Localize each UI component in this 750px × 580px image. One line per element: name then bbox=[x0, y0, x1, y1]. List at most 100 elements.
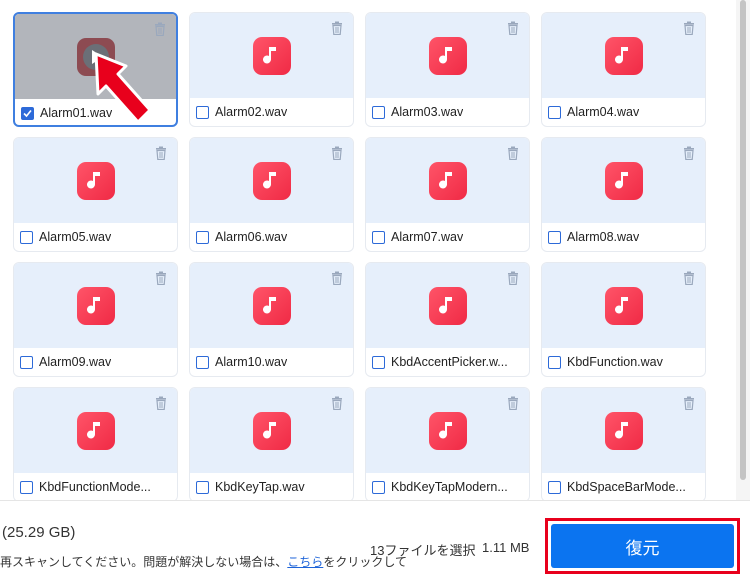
file-label-row: Alarm06.wav bbox=[190, 223, 353, 251]
music-note-icon bbox=[604, 161, 643, 200]
vertical-scrollbar[interactable] bbox=[736, 0, 750, 500]
music-note-icon bbox=[428, 411, 467, 450]
file-checkbox[interactable] bbox=[548, 105, 561, 119]
file-thumbnail[interactable] bbox=[542, 138, 705, 223]
file-name: Alarm08.wav bbox=[567, 230, 640, 244]
music-note-icon bbox=[604, 286, 643, 325]
file-checkbox[interactable] bbox=[20, 355, 33, 369]
trash-icon[interactable] bbox=[507, 396, 519, 411]
file-card[interactable]: Alarm04.wav bbox=[541, 12, 706, 127]
trash-icon[interactable] bbox=[507, 21, 519, 36]
music-note-icon bbox=[604, 411, 643, 450]
file-card[interactable]: Alarm06.wav bbox=[189, 137, 354, 252]
file-thumbnail[interactable] bbox=[366, 138, 529, 223]
file-checkbox[interactable] bbox=[20, 230, 33, 244]
file-label-row: Alarm09.wav bbox=[14, 348, 177, 376]
trash-icon[interactable] bbox=[507, 271, 519, 286]
file-checkbox[interactable] bbox=[21, 106, 34, 120]
trash-icon[interactable] bbox=[331, 396, 343, 411]
file-label-row: Alarm03.wav bbox=[366, 98, 529, 126]
file-thumbnail[interactable] bbox=[14, 388, 177, 473]
file-card[interactable]: Alarm05.wav bbox=[13, 137, 178, 252]
file-card[interactable]: KbdAccentPicker.w... bbox=[365, 262, 530, 377]
file-card[interactable]: KbdFunctionMode... bbox=[13, 387, 178, 500]
file-checkbox[interactable] bbox=[196, 105, 209, 119]
trash-icon[interactable] bbox=[331, 21, 343, 36]
file-checkbox[interactable] bbox=[372, 230, 385, 244]
file-card[interactable]: Alarm03.wav bbox=[365, 12, 530, 127]
file-thumbnail[interactable] bbox=[366, 263, 529, 348]
file-card[interactable]: KbdFunction.wav bbox=[541, 262, 706, 377]
file-thumbnail[interactable] bbox=[366, 388, 529, 473]
file-thumbnail[interactable] bbox=[190, 388, 353, 473]
file-label-row: Alarm04.wav bbox=[542, 98, 705, 126]
music-note-icon bbox=[252, 286, 291, 325]
file-thumbnail[interactable] bbox=[190, 263, 353, 348]
restore-button[interactable]: 復元 bbox=[551, 524, 734, 568]
file-card[interactable]: KbdKeyTapModern... bbox=[365, 387, 530, 500]
hint-prefix: 再スキャンしてください。問題が解決しない場合は、 bbox=[0, 555, 288, 569]
file-checkbox[interactable] bbox=[548, 230, 561, 244]
trash-icon[interactable] bbox=[683, 146, 695, 161]
file-label-row: KbdKeyTap.wav bbox=[190, 473, 353, 500]
trash-icon[interactable] bbox=[507, 146, 519, 161]
file-card[interactable]: Alarm10.wav bbox=[189, 262, 354, 377]
file-checkbox[interactable] bbox=[20, 480, 33, 494]
music-note-icon bbox=[252, 161, 291, 200]
music-note-icon bbox=[428, 36, 467, 75]
trash-icon[interactable] bbox=[155, 396, 167, 411]
file-checkbox[interactable] bbox=[548, 480, 561, 494]
file-thumbnail[interactable] bbox=[190, 13, 353, 98]
file-checkbox[interactable] bbox=[548, 355, 561, 369]
file-checkbox[interactable] bbox=[372, 105, 385, 119]
music-note-icon bbox=[604, 36, 643, 75]
file-name: KbdKeyTapModern... bbox=[391, 480, 508, 494]
music-note-icon bbox=[76, 411, 115, 450]
file-checkbox[interactable] bbox=[196, 355, 209, 369]
scrollbar-thumb[interactable] bbox=[740, 0, 746, 480]
file-name: Alarm05.wav bbox=[39, 230, 112, 244]
music-note-icon bbox=[252, 411, 291, 450]
file-name: Alarm10.wav bbox=[215, 355, 288, 369]
file-checkbox[interactable] bbox=[372, 355, 385, 369]
file-name: KbdSpaceBarMode... bbox=[567, 480, 686, 494]
file-label-row: KbdFunction.wav bbox=[542, 348, 705, 376]
trash-icon[interactable] bbox=[154, 22, 166, 37]
trash-icon[interactable] bbox=[331, 271, 343, 286]
file-label-row: Alarm02.wav bbox=[190, 98, 353, 126]
file-checkbox[interactable] bbox=[196, 230, 209, 244]
file-checkbox[interactable] bbox=[196, 480, 209, 494]
file-checkbox[interactable] bbox=[372, 480, 385, 494]
file-card[interactable]: Alarm07.wav bbox=[365, 137, 530, 252]
music-note-icon bbox=[428, 161, 467, 200]
help-link[interactable]: こちら bbox=[287, 555, 323, 569]
file-thumbnail[interactable] bbox=[190, 138, 353, 223]
file-thumbnail[interactable] bbox=[542, 263, 705, 348]
trash-icon[interactable] bbox=[683, 396, 695, 411]
trash-icon[interactable] bbox=[683, 271, 695, 286]
file-label-row: Alarm08.wav bbox=[542, 223, 705, 251]
file-card[interactable]: Alarm02.wav bbox=[189, 12, 354, 127]
file-card[interactable]: KbdSpaceBarMode... bbox=[541, 387, 706, 500]
total-size: (25.29 GB) bbox=[2, 524, 76, 541]
file-thumbnail[interactable] bbox=[366, 13, 529, 98]
file-thumbnail[interactable] bbox=[542, 13, 705, 98]
trash-icon[interactable] bbox=[683, 21, 695, 36]
file-card[interactable]: Alarm08.wav bbox=[541, 137, 706, 252]
file-name: KbdFunction.wav bbox=[567, 355, 663, 369]
file-label-row: KbdAccentPicker.w... bbox=[366, 348, 529, 376]
file-name: Alarm07.wav bbox=[391, 230, 464, 244]
trash-icon[interactable] bbox=[331, 146, 343, 161]
file-label-row: KbdSpaceBarMode... bbox=[542, 473, 705, 500]
file-card[interactable]: KbdKeyTap.wav bbox=[189, 387, 354, 500]
file-thumbnail[interactable] bbox=[14, 138, 177, 223]
music-note-icon bbox=[252, 36, 291, 75]
file-thumbnail[interactable] bbox=[14, 263, 177, 348]
file-thumbnail[interactable] bbox=[542, 388, 705, 473]
annotation-arrow-icon bbox=[94, 52, 152, 124]
file-name: Alarm02.wav bbox=[215, 105, 288, 119]
file-label-row: Alarm07.wav bbox=[366, 223, 529, 251]
file-card[interactable]: Alarm09.wav bbox=[13, 262, 178, 377]
trash-icon[interactable] bbox=[155, 146, 167, 161]
trash-icon[interactable] bbox=[155, 271, 167, 286]
